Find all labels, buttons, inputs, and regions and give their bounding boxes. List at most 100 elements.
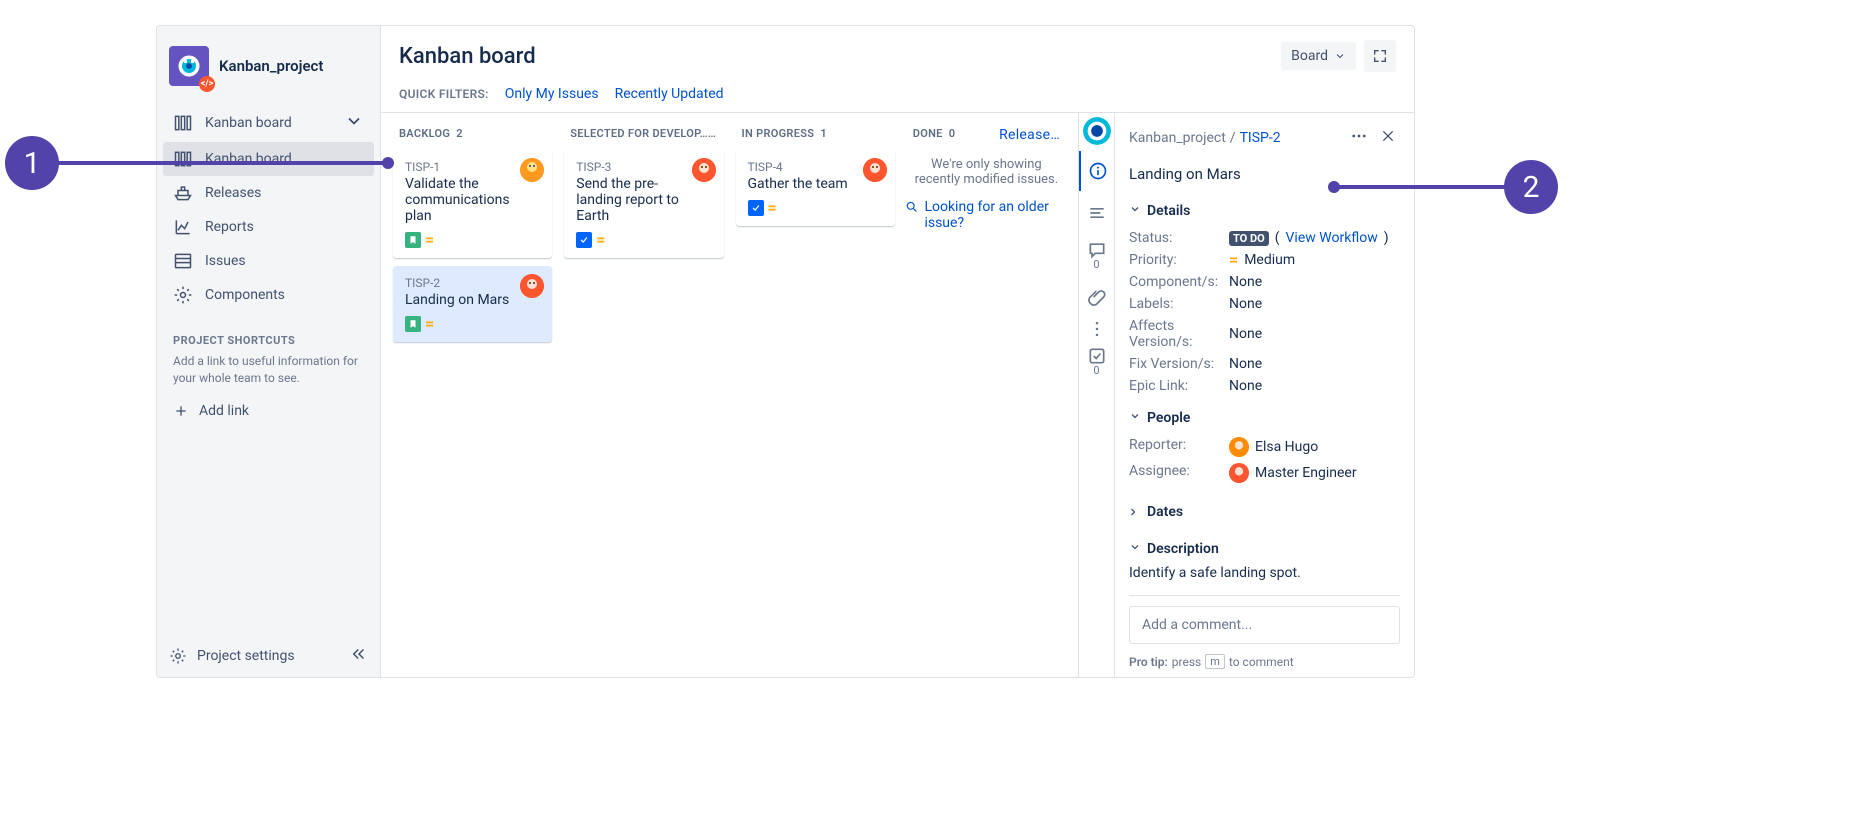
main-header: Kanban board Board (381, 26, 1414, 72)
priority-medium-icon: = (425, 316, 434, 332)
close-button[interactable] (1376, 124, 1400, 152)
filter-recently-updated[interactable]: Recently Updated (615, 86, 724, 102)
field-value[interactable]: None (1229, 274, 1262, 290)
field-affects-version: Affects Version/s: None (1129, 315, 1400, 353)
nav-item-reports[interactable]: Reports (163, 210, 374, 244)
section-people[interactable]: People (1129, 410, 1400, 426)
columns: BACKLOG 2 TISP-1 Validate the communicat… (381, 113, 1078, 677)
section-title-label: Details (1147, 203, 1190, 219)
nav-label: Kanban board (205, 115, 292, 131)
settings-sliders-icon (173, 285, 193, 305)
search-icon (905, 199, 919, 215)
nav-item-board-group[interactable]: Kanban board (163, 104, 374, 142)
paren: ( (1275, 230, 1280, 246)
description-text[interactable]: Identify a safe landing spot. (1129, 565, 1400, 581)
release-link[interactable]: Release… (999, 127, 1060, 143)
issue-type-story-icon (405, 232, 421, 248)
field-fix-version: Fix Version/s: None (1129, 353, 1400, 375)
divider (1129, 595, 1400, 596)
section-title-label: Description (1147, 541, 1219, 557)
rail-comments-button[interactable]: 0 (1079, 235, 1114, 275)
issue-title[interactable]: Landing on Mars (1129, 165, 1400, 183)
field-value[interactable]: None (1229, 318, 1262, 350)
chevron-down-icon (1129, 203, 1141, 219)
rail-more-button[interactable] (1079, 319, 1114, 339)
section-dates[interactable]: Dates (1129, 504, 1400, 520)
more-actions-button[interactable] (1346, 123, 1372, 153)
rail-checklist-button[interactable]: 0 (1079, 341, 1114, 381)
field-value[interactable]: =Medium (1229, 252, 1295, 268)
column-header: SELECTED FOR DEVELOP… 1 (562, 123, 725, 150)
field-value[interactable]: None (1229, 296, 1262, 312)
chevron-down-icon (1334, 50, 1346, 62)
column-count: 0 (949, 127, 956, 140)
done-older-issue-link[interactable]: Looking for an older issue? (905, 199, 1068, 231)
card-tisp-4[interactable]: TISP-4 Gather the team = (736, 150, 895, 226)
card-avatar (520, 158, 544, 182)
callout-2-dot (1328, 181, 1340, 193)
app-frame: </> Kanban_project Kanban board Kanban b… (156, 25, 1415, 678)
main: Kanban board Board QUICK FILTERS: Only M… (381, 26, 1414, 677)
callout-2-line (1336, 185, 1506, 189)
callout-badge-2: 2 (1504, 160, 1558, 214)
field-value[interactable]: TO DO (View Workflow) (1229, 230, 1389, 246)
column-name: IN PROGRESS (742, 127, 815, 140)
rail-attachments-button[interactable] (1079, 277, 1114, 317)
nav-item-issues[interactable]: Issues (163, 244, 374, 278)
field-value[interactable]: None (1229, 378, 1262, 394)
field-label: Epic Link: (1129, 378, 1229, 394)
field-label: Priority: (1129, 252, 1229, 268)
board-area: BACKLOG 2 TISP-1 Validate the communicat… (381, 112, 1414, 677)
status-badge: TO DO (1229, 231, 1269, 246)
board-icon (173, 149, 193, 169)
column-header: DONE 0 Release… (905, 123, 1068, 153)
nav-item-releases[interactable]: Releases (163, 176, 374, 210)
field-value[interactable]: None (1229, 356, 1262, 372)
nav-item-kanban-board[interactable]: Kanban board (163, 142, 374, 176)
protip-text: to comment (1229, 655, 1294, 669)
card-avatar (692, 158, 716, 182)
card-tisp-1[interactable]: TISP-1 Validate the communications plan … (393, 150, 552, 258)
section-details[interactable]: Details (1129, 203, 1400, 219)
project-avatar[interactable]: </> (169, 46, 209, 86)
field-value[interactable]: Elsa Hugo (1229, 437, 1318, 457)
shortcuts-title: PROJECT SHORTCUTS (157, 316, 380, 351)
expand-button[interactable] (1364, 40, 1396, 72)
card-tisp-3[interactable]: TISP-3 Send the pre-landing report to Ea… (564, 150, 723, 258)
breadcrumb-issue-key[interactable]: TISP-2 (1240, 130, 1281, 146)
done-link-label: Looking for an older issue? (924, 199, 1068, 231)
board-dropdown[interactable]: Board (1281, 42, 1356, 70)
card-summary: Send the pre-landing report to Earth (576, 176, 711, 224)
column-name: BACKLOG (399, 127, 450, 140)
issue-type-task-icon (748, 200, 764, 216)
section-description[interactable]: Description (1129, 541, 1400, 557)
nav-label: Reports (205, 219, 254, 235)
field-label: Component/s: (1129, 274, 1229, 290)
card-summary: Validate the communications plan (405, 176, 540, 224)
shortcuts-text: Add a link to useful information for you… (157, 351, 380, 395)
nav-item-components[interactable]: Components (163, 278, 374, 312)
field-value[interactable]: Master Engineer (1229, 463, 1357, 483)
comment-icon (1087, 240, 1107, 260)
section-title-label: People (1147, 410, 1190, 426)
card-tisp-2[interactable]: TISP-2 Landing on Mars = (393, 266, 552, 342)
collapse-sidebar-button[interactable] (350, 645, 368, 667)
comment-input[interactable]: Add a comment... (1129, 606, 1400, 644)
page-title: Kanban board (399, 44, 1281, 69)
done-empty-text: We're only showing recently modified iss… (905, 153, 1068, 191)
card-icons: = (405, 316, 540, 332)
rail-description-button[interactable] (1079, 193, 1114, 233)
breadcrumb-project[interactable]: Kanban_project (1129, 130, 1226, 146)
callout-2-number: 2 (1523, 170, 1540, 205)
plus-icon (173, 403, 189, 419)
project-settings-link[interactable]: Project settings (197, 648, 295, 664)
pro-tip: Pro tip: press m to comment (1129, 654, 1400, 677)
rail-details-button[interactable] (1079, 151, 1114, 191)
assignee-avatar-button[interactable] (1083, 117, 1111, 145)
gear-icon (169, 647, 187, 665)
add-link-button[interactable]: Add link (157, 395, 380, 427)
view-workflow-link[interactable]: View Workflow (1286, 230, 1378, 246)
filter-only-my-issues[interactable]: Only My Issues (505, 86, 599, 102)
field-label: Assignee: (1129, 463, 1229, 483)
priority-medium-icon: = (1229, 252, 1238, 268)
